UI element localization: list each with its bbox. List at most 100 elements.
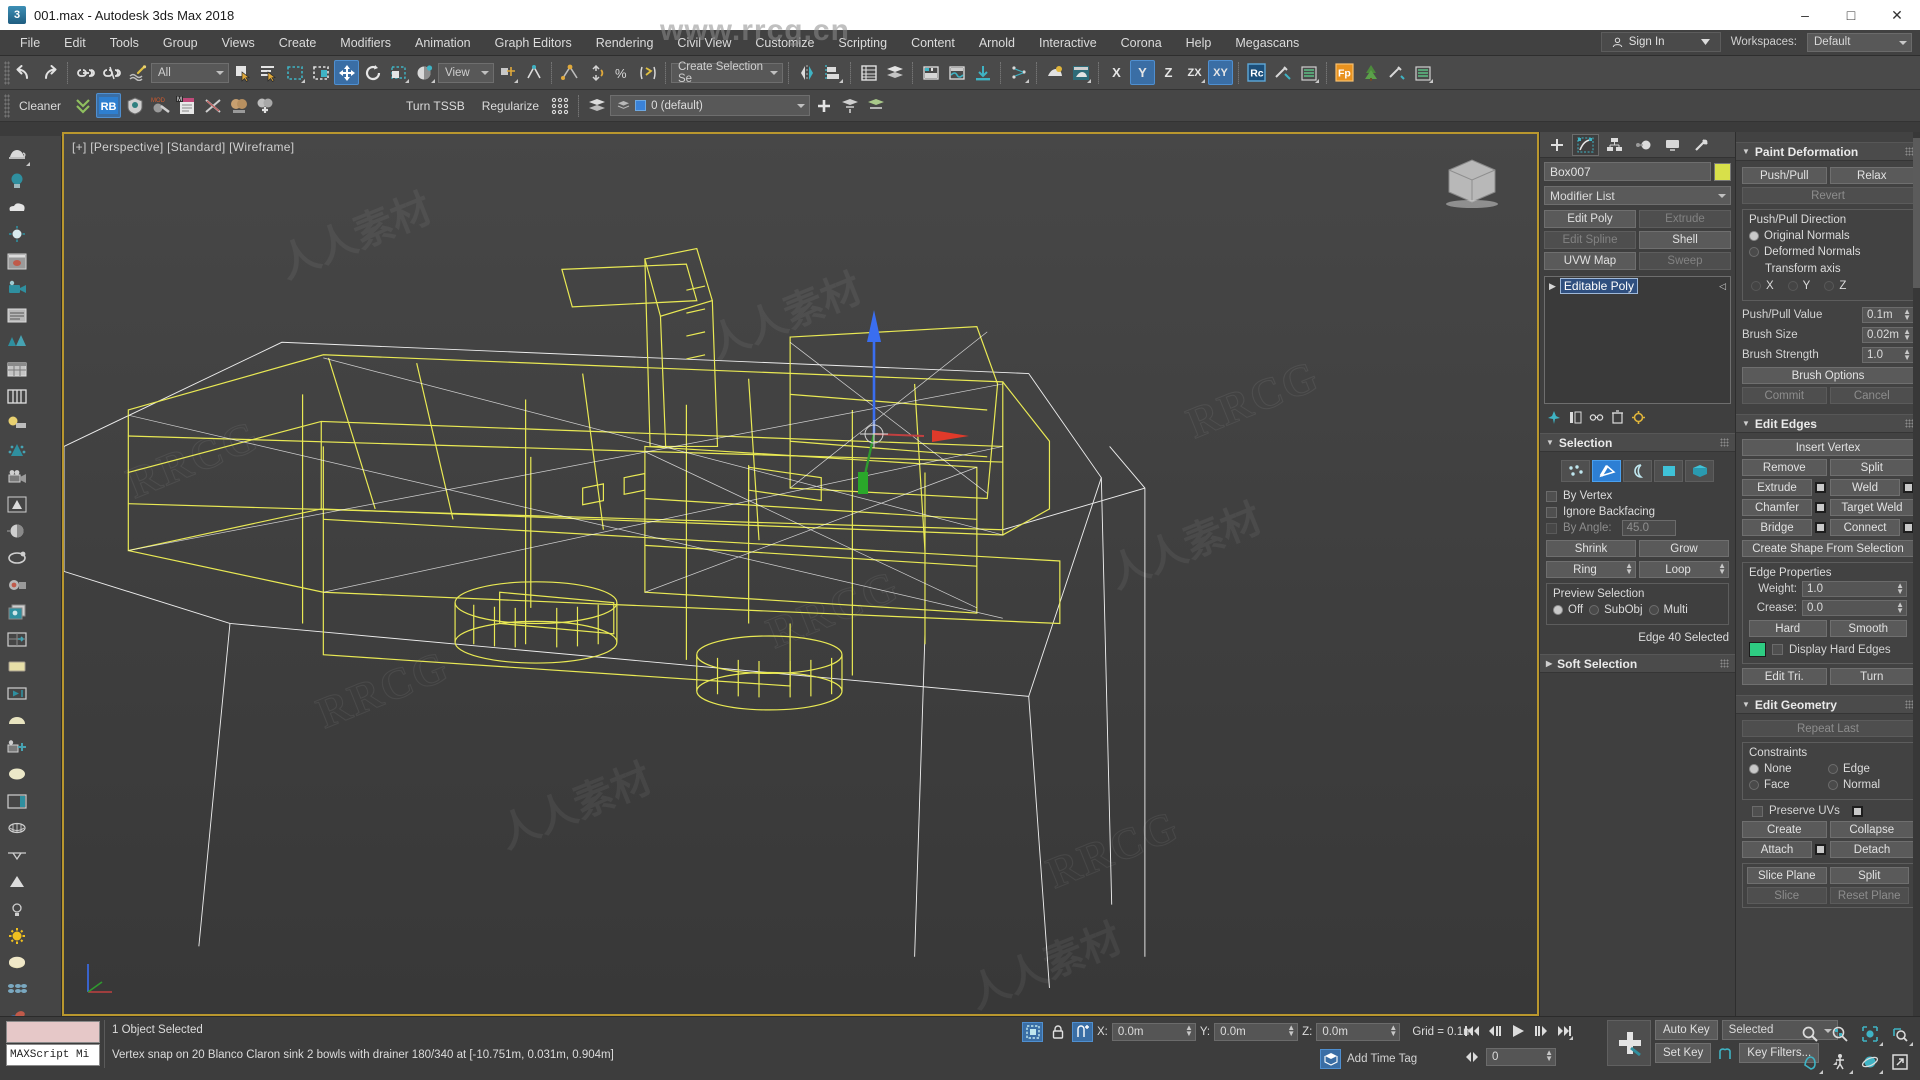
layer-stack-icon[interactable] [584, 93, 609, 118]
push-pull-button[interactable]: Push/Pull [1742, 167, 1827, 184]
rendered-frame-icon[interactable] [2, 248, 31, 275]
modifier-edit-spline-button[interactable]: Edit Spline [1544, 231, 1636, 249]
regularize-label[interactable]: Regularize [474, 99, 547, 113]
menu-customize[interactable]: Customize [743, 32, 826, 54]
particle-view-icon[interactable] [1006, 60, 1031, 85]
tab-motion[interactable] [1630, 134, 1657, 156]
shield-tool-icon[interactable] [122, 93, 147, 118]
slice-button[interactable]: Slice [1747, 887, 1827, 904]
menu-arnold[interactable]: Arnold [967, 32, 1027, 54]
group-layers-icon[interactable] [837, 93, 862, 118]
collapse-down-icon[interactable] [70, 93, 95, 118]
scene-explorer-icon[interactable] [882, 60, 907, 85]
target-weld-button[interactable]: Target Weld [1830, 499, 1914, 516]
selection-rollout-header[interactable]: ▼ Selection [1540, 433, 1735, 452]
menu-edit[interactable]: Edit [52, 32, 98, 54]
render-region-icon[interactable] [2, 626, 31, 653]
split-geometry-button[interactable]: Split [1829, 867, 1909, 884]
expand-arrow-icon[interactable]: ▶ [1549, 281, 1556, 292]
insert-vertex-button[interactable]: Insert Vertex [1742, 439, 1914, 456]
make-unique-icon[interactable] [1588, 409, 1605, 426]
original-normals-row[interactable]: Original Normals [1749, 228, 1907, 244]
select-and-link-icon[interactable] [73, 60, 98, 85]
object-name-field[interactable]: Box007 [1544, 162, 1711, 181]
current-frame-field[interactable]: 0 ▲ ▼ [1486, 1048, 1556, 1066]
key-filters-icon[interactable] [1715, 1043, 1735, 1063]
list-window-icon[interactable] [2, 302, 31, 329]
grow-button[interactable]: Grow [1639, 540, 1729, 557]
axis-constraint-xy-button[interactable]: XY [1208, 60, 1233, 85]
use-pivot-point-center-icon[interactable] [495, 60, 520, 85]
chamfer-settings-icon[interactable] [1815, 502, 1826, 513]
zoom-region-icon[interactable] [1886, 1021, 1914, 1047]
cloud-icon[interactable] [2, 194, 31, 221]
ignore-backfacing-row[interactable]: Ignore Backfacing [1546, 504, 1729, 520]
select-and-rotate-icon[interactable] [360, 60, 385, 85]
bridge-button[interactable]: Bridge [1742, 519, 1812, 536]
cleaner-label[interactable]: Cleaner [11, 99, 69, 113]
sub-object-element-button[interactable] [1685, 460, 1714, 482]
render-setup-icon[interactable] [970, 60, 995, 85]
show-end-result-icon[interactable] [1567, 409, 1584, 426]
time-tag-icon[interactable] [1320, 1049, 1341, 1069]
tab-utilities[interactable] [1688, 134, 1715, 156]
wire-mesh-icon[interactable] [2, 815, 31, 842]
sub-object-vertex-button[interactable] [1561, 460, 1590, 482]
spinner-snap-toggle-icon[interactable] [635, 60, 660, 85]
axis-y-row[interactable]: Y [1787, 278, 1810, 294]
target-light-icon[interactable] [2, 842, 31, 869]
walk-through-icon[interactable] [1826, 1049, 1854, 1075]
sun-icon[interactable] [2, 923, 31, 950]
select-and-move-icon[interactable] [334, 60, 359, 85]
angle-snap-toggle-icon[interactable] [583, 60, 608, 85]
omni-light-icon[interactable] [2, 221, 31, 248]
slice-plane-button[interactable]: Slice Plane [1747, 867, 1827, 884]
hard-edge-color-swatch[interactable] [1749, 642, 1766, 657]
create-shape-from-selection-button[interactable]: Create Shape From Selection [1742, 540, 1914, 557]
next-frame-icon[interactable] [1531, 1021, 1551, 1041]
render-camera-icon[interactable] [2, 572, 31, 599]
param-editor-icon[interactable]: M [174, 93, 199, 118]
keyboard-entry-toggle-icon[interactable] [1072, 1022, 1093, 1042]
point-cloud-icon[interactable] [548, 93, 573, 118]
pan-view-icon[interactable] [1796, 1049, 1824, 1075]
tab-create[interactable] [1543, 134, 1570, 156]
modifier-extrude-button[interactable]: Extrude [1639, 210, 1731, 228]
expand-arrow-icon[interactable]: ▶ [1546, 659, 1552, 668]
maxscript-mini-listener[interactable]: MAXScript Mi [6, 1044, 100, 1066]
corona-settings-icon[interactable] [1270, 60, 1295, 85]
loop-button[interactable]: Loop ▲ ▼ [1639, 561, 1729, 578]
by-vertex-row[interactable]: By Vertex [1546, 488, 1729, 504]
detach-button[interactable]: Detach [1830, 841, 1914, 858]
by-angle-checkbox[interactable] [1546, 522, 1557, 534]
snaps-toggle-icon[interactable] [557, 60, 582, 85]
preview-off-radio[interactable] [1553, 605, 1563, 615]
layer-explorer-icon[interactable] [856, 60, 881, 85]
constraint-normal-radio[interactable] [1828, 780, 1838, 790]
modifier-wrench-icon[interactable]: MOD [148, 93, 173, 118]
edit-tri-button[interactable]: Edit Tri. [1742, 668, 1827, 685]
percent-snap-toggle-icon[interactable]: % [609, 60, 634, 85]
table-window-icon[interactable] [2, 356, 31, 383]
named-selection-set-input[interactable]: Create Selection Se [671, 61, 783, 85]
weight-spinner[interactable]: ▲ ▼ [1896, 582, 1904, 596]
collapse-arrow-icon[interactable]: ▼ [1742, 147, 1750, 156]
push-pull-value-spinner[interactable]: ▲ ▼ [1903, 308, 1911, 322]
deformed-normals-row[interactable]: Deformed Normals [1749, 244, 1907, 260]
soft-selection-rollout-header[interactable]: ▶ Soft Selection [1540, 654, 1735, 673]
viewport-canvas[interactable]: RRCG RRCG RRCG RRCG RRCG 人人素材 人人素材 人人素材 … [64, 134, 1537, 1014]
brush-strength-spinner[interactable]: ▲ ▼ [1903, 348, 1911, 362]
display-hard-edges-row[interactable]: Display Hard Edges [1749, 642, 1907, 657]
play-animation-icon[interactable] [1508, 1021, 1528, 1041]
brush-size-field[interactable]: 0.02m ▲ ▼ [1862, 327, 1914, 343]
modifier-sweep-button[interactable]: Sweep [1639, 252, 1731, 270]
bind-to-space-warp-icon[interactable] [125, 60, 150, 85]
sub-object-polygon-button[interactable] [1654, 460, 1683, 482]
layer-tools-icon[interactable] [863, 93, 888, 118]
add-layer-icon[interactable] [811, 93, 836, 118]
forest-tree-icon[interactable] [1358, 60, 1383, 85]
light-bulb-icon[interactable] [2, 167, 31, 194]
select-and-place-icon[interactable] [412, 60, 437, 85]
menu-graph-editors[interactable]: Graph Editors [483, 32, 584, 54]
forest-scatter-icon[interactable] [2, 329, 31, 356]
